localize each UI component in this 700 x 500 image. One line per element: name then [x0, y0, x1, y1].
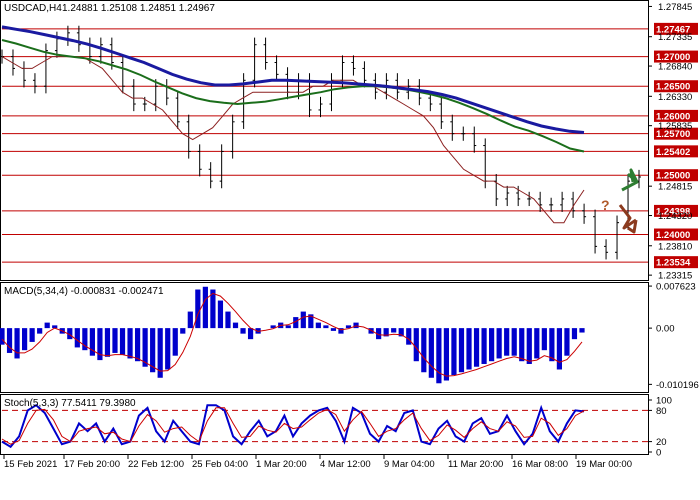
macd-bar — [466, 328, 472, 370]
macd-bar — [165, 328, 171, 370]
time-tick-label: 22 Feb 12:00 — [128, 459, 184, 470]
level-label: 1.25000 — [656, 171, 690, 182]
macd-bar — [247, 328, 254, 340]
macd-bar — [240, 328, 246, 334]
macd-bar — [202, 286, 208, 329]
macd-bar — [119, 328, 126, 355]
chart-symbol-label: USDCAD,H4 — [4, 3, 62, 14]
macd-bar — [458, 328, 465, 373]
price-tick-label: 1.23810 — [658, 241, 692, 252]
macd-bar — [285, 325, 291, 329]
stoch-title: Stoch(5,3,3) 77.5411 79.3980 — [4, 398, 136, 409]
macd-title: MACD(5,34,4) -0.000831 -0.002471 — [4, 286, 164, 297]
macd-bar — [549, 328, 555, 362]
macd-bar — [353, 322, 359, 329]
macd-bar — [541, 328, 547, 351]
macd-bar — [473, 328, 480, 367]
macd-bar — [413, 328, 419, 362]
macd-bar — [511, 328, 517, 356]
macd-bar — [127, 328, 133, 359]
level-label: 1.25402 — [656, 147, 690, 158]
price-tick-label: 1.24815 — [658, 182, 692, 193]
price-tick-label: 1.24320 — [658, 211, 692, 222]
stoch-tick-label: 20 — [656, 437, 667, 448]
macd-bar — [406, 328, 412, 345]
macd-bar — [504, 328, 510, 356]
time-tick-label: 15 Feb 2021 — [4, 459, 57, 470]
macd-bar — [225, 311, 231, 329]
price-tick-label: 1.23315 — [658, 271, 692, 282]
macd-bar — [315, 322, 321, 329]
macd-bar — [195, 289, 201, 329]
macd-bar — [44, 322, 50, 329]
price-tick-label: 1.27845 — [658, 2, 692, 13]
macd-bar — [526, 328, 532, 364]
time-tick-label: 19 Mar 00:00 — [576, 459, 632, 470]
macd-bar — [428, 328, 434, 378]
macd-bar — [300, 311, 306, 329]
level-label: 1.23534 — [656, 258, 691, 269]
macd-bar — [496, 328, 502, 359]
macd-bar — [187, 311, 193, 329]
macd-bar — [0, 328, 5, 345]
macd-bar — [323, 325, 329, 329]
macd-bar — [232, 322, 239, 329]
macd-bar — [564, 328, 570, 356]
macd-bar — [481, 328, 487, 364]
macd-bar — [29, 328, 35, 342]
macd-bar — [104, 328, 111, 357]
macd-bar — [74, 328, 80, 348]
macd-bar — [451, 328, 457, 376]
macd-bar — [37, 328, 43, 334]
time-tick-label: 16 Mar 08:00 — [512, 459, 568, 470]
time-tick-label: 4 Mar 12:00 — [320, 459, 371, 470]
ohlc-readout: 1.24881 1.25108 1.24851 1.24967 — [62, 3, 215, 14]
macd-tick-label: 0.00 — [656, 324, 675, 335]
time-tick-label: 17 Feb 20:00 — [64, 459, 120, 470]
macd-bar — [391, 328, 397, 333]
macd-bar — [134, 328, 141, 362]
macd-bar — [556, 328, 563, 370]
stoch-tick-label: 100 — [656, 396, 672, 407]
macd-bar — [436, 328, 442, 384]
macd-bar — [112, 328, 118, 353]
macd-bar — [421, 328, 427, 373]
macd-tick-label: 0.007623 — [656, 282, 696, 293]
price-tick-label: 1.26330 — [658, 92, 692, 103]
price-tick-label: 1.27335 — [658, 32, 692, 43]
time-tick-label: 25 Feb 04:00 — [192, 459, 248, 470]
price-tick-label: 1.25835 — [658, 121, 692, 132]
macd-bar — [579, 328, 585, 333]
macd-bar — [534, 328, 540, 359]
macd-bar — [21, 328, 28, 351]
time-tick-label: 11 Mar 20:00 — [448, 459, 503, 470]
macd-tick-label: -0.010196 — [656, 380, 699, 391]
macd-bar — [443, 328, 450, 381]
stoch-tick-label: 80 — [656, 406, 667, 417]
macd-bar — [489, 328, 495, 362]
stoch-tick-label: 0 — [656, 448, 661, 459]
macd-bar — [217, 300, 224, 329]
macd-bar — [519, 328, 525, 362]
macd-bar — [14, 328, 20, 359]
macd-bar — [571, 328, 578, 340]
time-tick-label: 1 Mar 20:00 — [256, 459, 307, 470]
price-tick-label: 1.26840 — [658, 62, 692, 73]
macd-bar — [330, 328, 337, 331]
question-mark: ? — [601, 197, 610, 213]
time-tick-label: 9 Mar 04:00 — [384, 459, 435, 470]
forex-chart: 1.274671.270001.265001.260001.257001.254… — [0, 0, 699, 470]
level-label: 1.24000 — [656, 230, 690, 241]
macd-bar — [172, 328, 178, 356]
macd-bar — [180, 328, 186, 334]
